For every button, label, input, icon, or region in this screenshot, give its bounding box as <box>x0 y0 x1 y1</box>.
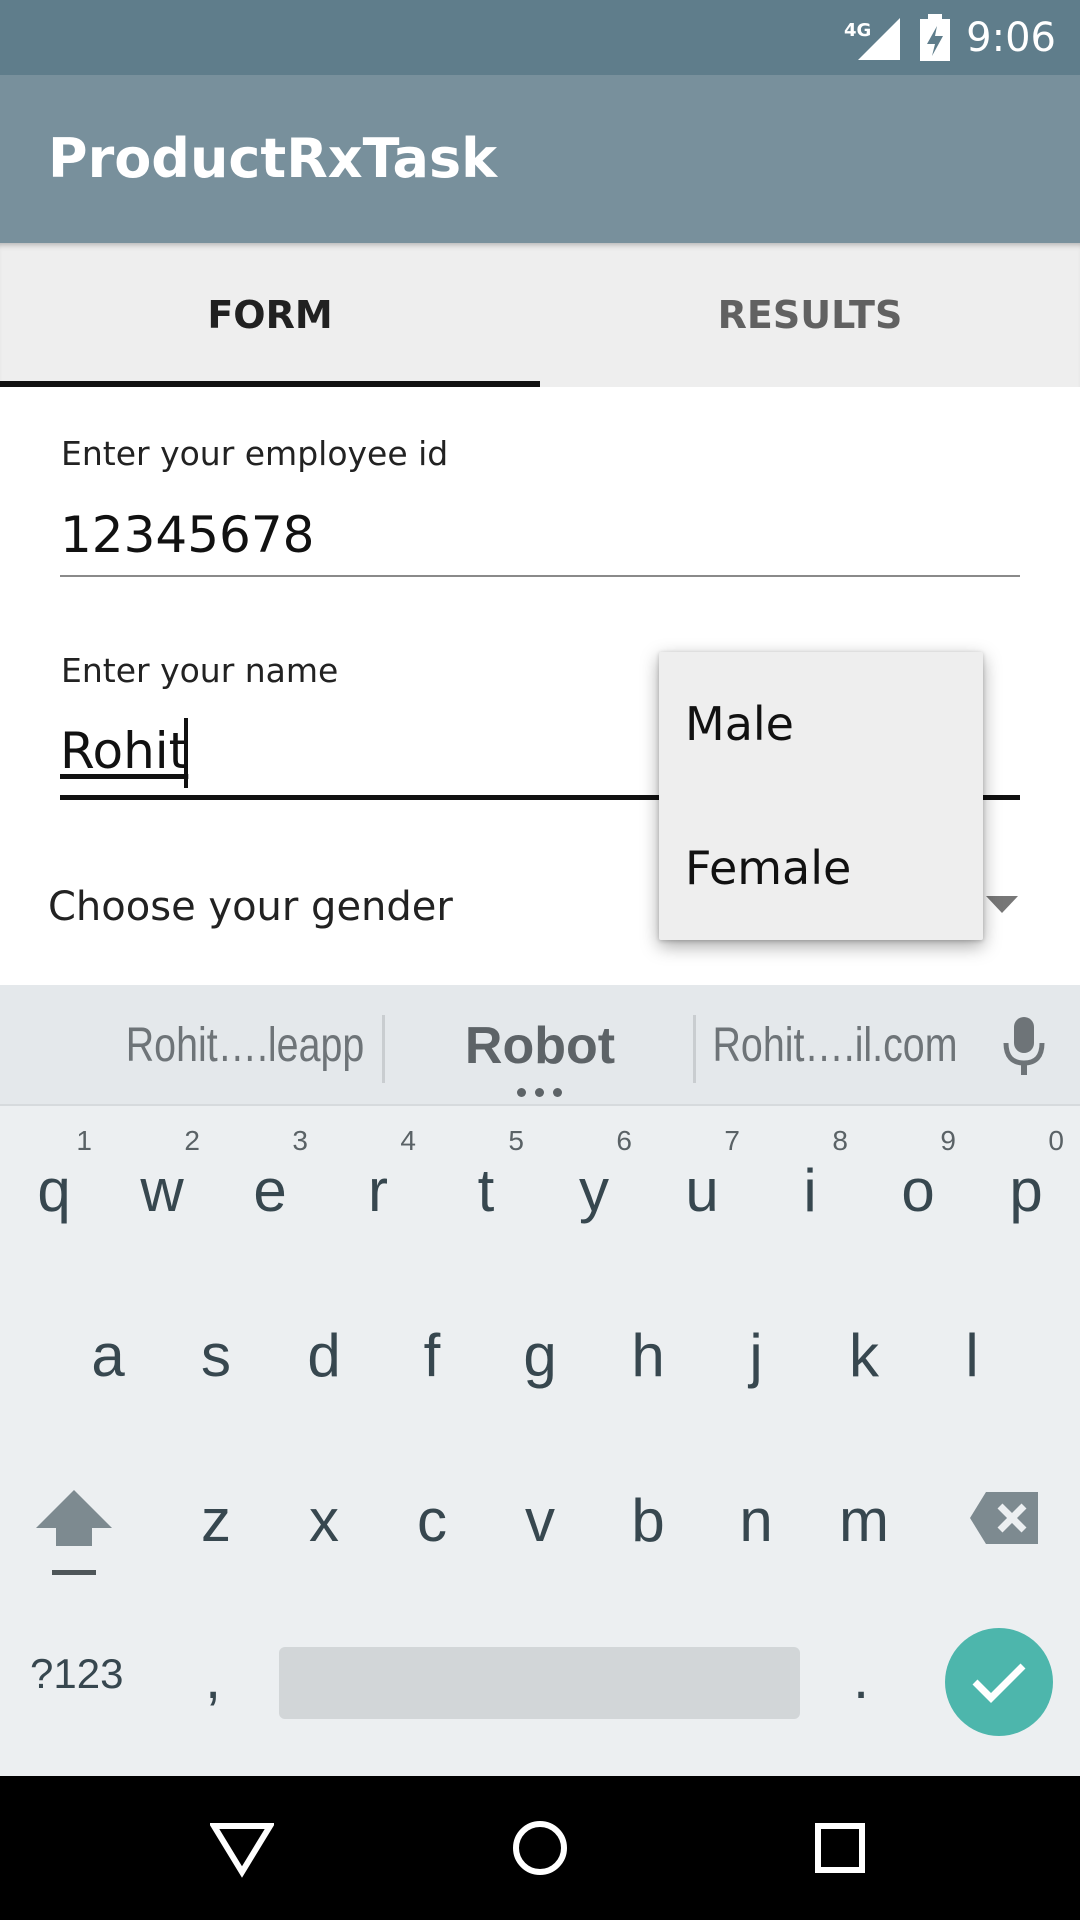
backspace-icon[interactable] <box>968 1488 1042 1548</box>
key-f[interactable]: f <box>378 1280 486 1430</box>
key-d[interactable]: d <box>270 1280 378 1430</box>
key-q[interactable]: q1 <box>0 1115 108 1265</box>
screen: 4G 9:06 ProductRxTask FORM RESULTS Enter… <box>0 0 1080 1920</box>
key-hint: 8 <box>832 1125 848 1156</box>
key-hint: 1 <box>76 1125 92 1156</box>
key-label: m <box>839 1486 889 1554</box>
key-s[interactable]: s <box>162 1280 270 1430</box>
status-bar: 4G 9:06 <box>0 0 1080 75</box>
symbols-key[interactable]: ?123 <box>30 1650 123 1698</box>
home-icon[interactable] <box>508 1812 572 1884</box>
name-input[interactable]: Rohit <box>60 722 188 780</box>
app-title: ProductRxTask <box>48 127 498 190</box>
suggestion-bar: Rohit….leapp Robot Rohit….il.com <box>0 985 1080 1106</box>
comma-key[interactable]: , <box>205 1645 221 1712</box>
gender-dropdown: Male Female <box>659 652 983 940</box>
employee-id-underline <box>60 575 1020 577</box>
key-e[interactable]: e3 <box>216 1115 324 1265</box>
key-label: z <box>201 1486 231 1554</box>
network-type: 4G <box>844 20 871 41</box>
key-l[interactable]: l <box>918 1280 1026 1430</box>
key-k[interactable]: k <box>810 1280 918 1430</box>
key-hint: 4 <box>400 1125 416 1156</box>
gender-option-female[interactable]: Female <box>659 796 983 940</box>
tab-form[interactable]: FORM <box>0 243 540 387</box>
key-m[interactable]: m <box>810 1445 918 1595</box>
navigation-bar <box>0 1776 1080 1920</box>
key-label: x <box>309 1486 339 1554</box>
mic-icon[interactable] <box>1000 1015 1048 1079</box>
key-label: g <box>523 1321 557 1389</box>
gender-option-male[interactable]: Male <box>659 652 983 796</box>
back-icon[interactable] <box>210 1812 274 1884</box>
key-t[interactable]: t5 <box>432 1115 540 1265</box>
name-label: Enter your name <box>61 651 339 690</box>
key-label: a <box>91 1321 125 1389</box>
key-i[interactable]: i8 <box>756 1115 864 1265</box>
employee-id-input[interactable]: 12345678 <box>60 506 315 564</box>
key-label: d <box>307 1321 341 1389</box>
key-b[interactable]: b <box>594 1445 702 1595</box>
suggestion-left[interactable]: Rohit….leapp <box>110 985 381 1106</box>
key-hint: 7 <box>724 1125 740 1156</box>
key-label: c <box>417 1486 447 1554</box>
key-j[interactable]: j <box>702 1280 810 1430</box>
period-key[interactable]: . <box>853 1645 869 1712</box>
app-bar: ProductRxTask <box>0 75 1080 243</box>
key-n[interactable]: n <box>702 1445 810 1595</box>
key-p[interactable]: p0 <box>972 1115 1080 1265</box>
checkmark-icon <box>972 1663 1026 1703</box>
key-label: s <box>201 1321 231 1389</box>
shift-icon[interactable] <box>36 1490 112 1576</box>
key-g[interactable]: g <box>486 1280 594 1430</box>
key-hint: 6 <box>616 1125 632 1156</box>
spacebar-key[interactable] <box>279 1647 800 1719</box>
key-v[interactable]: v <box>486 1445 594 1595</box>
key-o[interactable]: o9 <box>864 1115 972 1265</box>
key-h[interactable]: h <box>594 1280 702 1430</box>
suggestion-right[interactable]: Rohit….il.com <box>708 985 962 1106</box>
key-label: b <box>631 1486 665 1554</box>
key-hint: 5 <box>508 1125 524 1156</box>
key-c[interactable]: c <box>378 1445 486 1595</box>
key-z[interactable]: z <box>162 1445 270 1595</box>
more-suggestions-icon[interactable] <box>515 1088 565 1098</box>
suggestion-divider <box>693 1015 696 1083</box>
text-cursor <box>184 718 188 788</box>
employee-id-label: Enter your employee id <box>61 434 449 473</box>
key-y[interactable]: y6 <box>540 1115 648 1265</box>
key-label: k <box>849 1321 879 1389</box>
tab-bar: FORM RESULTS <box>0 243 1080 387</box>
tab-indicator <box>0 381 540 387</box>
gender-label: Choose your gender <box>48 884 453 930</box>
recents-icon[interactable] <box>808 1812 872 1884</box>
done-key[interactable] <box>945 1628 1053 1736</box>
key-x[interactable]: x <box>270 1445 378 1595</box>
key-label: v <box>525 1486 555 1554</box>
key-hint: 3 <box>292 1125 308 1156</box>
key-w[interactable]: w2 <box>108 1115 216 1265</box>
key-label: j <box>749 1321 763 1389</box>
key-label: n <box>739 1486 773 1554</box>
status-clock: 9:06 <box>966 15 1056 61</box>
key-label: l <box>965 1321 979 1389</box>
key-hint: 9 <box>940 1125 956 1156</box>
dropdown-arrow-icon[interactable] <box>986 896 1018 913</box>
key-a[interactable]: a <box>54 1280 162 1430</box>
signal-4g-icon: 4G <box>844 18 900 60</box>
key-hint: 2 <box>184 1125 200 1156</box>
key-label: f <box>423 1321 441 1389</box>
battery-charging-icon <box>920 14 950 61</box>
tab-results[interactable]: RESULTS <box>540 243 1080 387</box>
key-r[interactable]: r4 <box>324 1115 432 1265</box>
key-label: h <box>631 1321 665 1389</box>
key-hint: 0 <box>1048 1125 1064 1156</box>
key-u[interactable]: u7 <box>648 1115 756 1265</box>
